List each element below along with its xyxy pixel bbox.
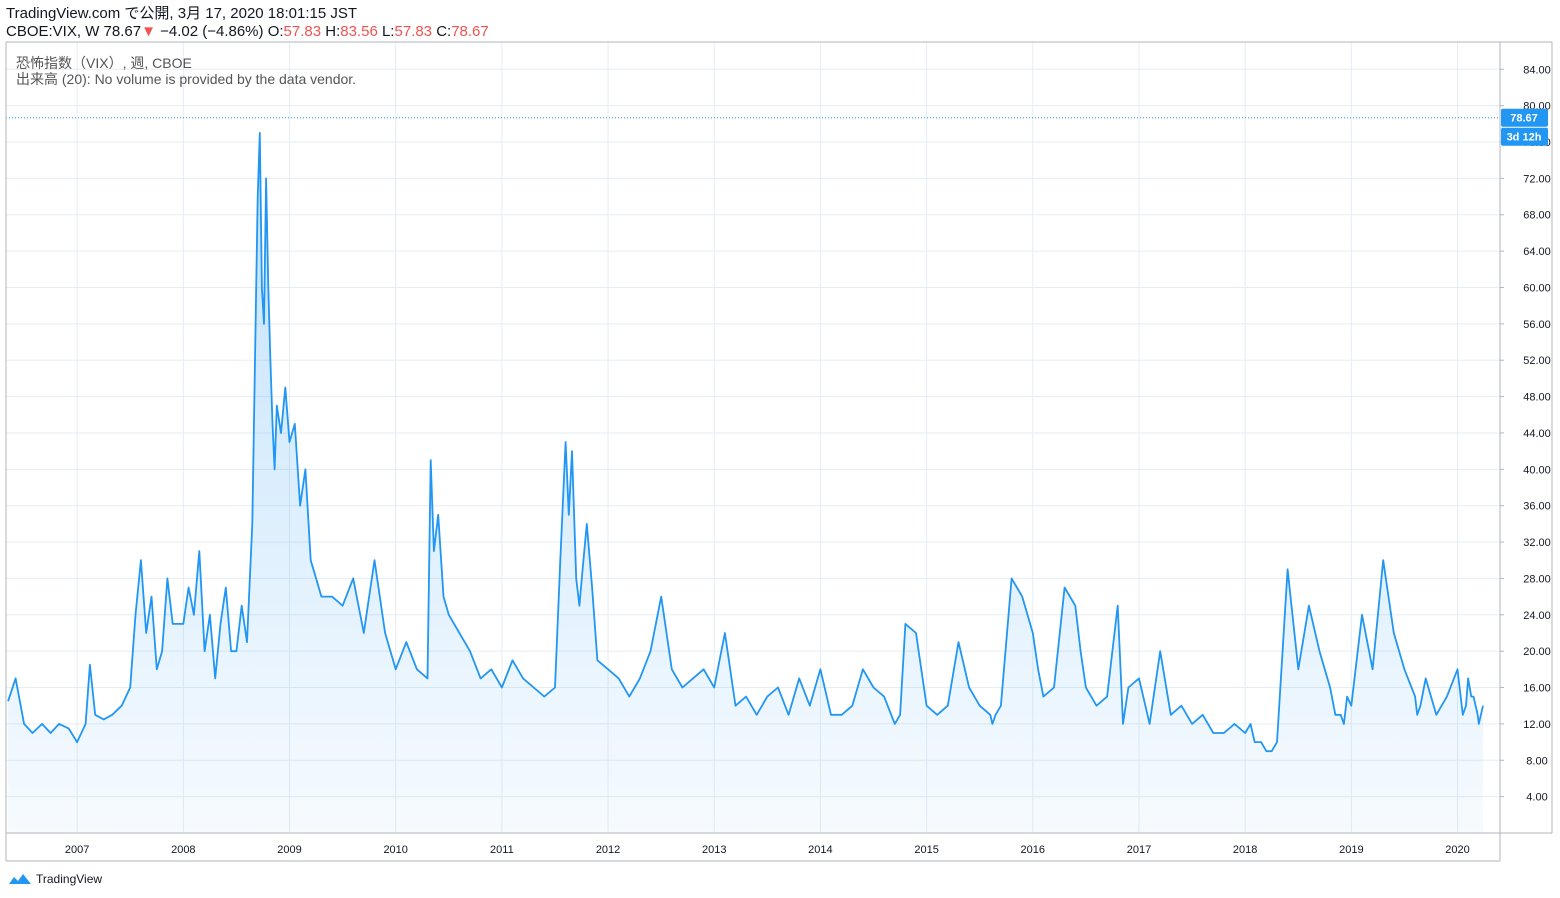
y-tick-label: 56.00 — [1523, 319, 1551, 331]
ohlc-line: CBOE:VIX, W 78.67▼ −4.02 (−4.86%) O:57.8… — [6, 23, 489, 41]
y-tick-label: 48.00 — [1523, 392, 1551, 404]
x-tick-label: 2009 — [277, 844, 301, 856]
high-label: H: — [325, 23, 341, 40]
price-axis[interactable]: 4.00 8.00 12.00 16.00 20.00 24.00 28.00 32.00 36… — [1500, 64, 1551, 804]
legend: 恐怖指数（VIX）, 週, CBOE 出来高 (20): No volume i… — [16, 55, 356, 87]
last-price-label: 78.67 — [1510, 113, 1538, 125]
low-label: L: — [381, 23, 395, 40]
price-tags: 78.67 3d 12h — [1501, 108, 1548, 146]
tradingview-logo-icon — [9, 874, 31, 884]
y-tick-label: 36.00 — [1523, 501, 1551, 513]
y-tick-label: 16.00 — [1523, 683, 1551, 695]
y-tick-label: 40.00 — [1523, 464, 1551, 476]
y-tick-label: 52.00 — [1523, 355, 1551, 367]
symbol-label: CBOE:VIX, W — [6, 23, 100, 40]
close-value: 78.67 — [451, 23, 489, 40]
x-tick-label: 2007 — [65, 844, 89, 856]
y-tick-label: 20.00 — [1523, 646, 1551, 658]
y-tick-label: 32.00 — [1523, 537, 1551, 549]
vix-chart[interactable]: 4.00 8.00 12.00 16.00 20.00 24.00 28.00 32.00 36… — [0, 0, 1560, 898]
x-tick-label: 2017 — [1127, 844, 1151, 856]
series-area — [8, 132, 1484, 833]
y-tick-label: 68.00 — [1523, 210, 1551, 222]
y-tick-label: 64.00 — [1523, 246, 1551, 258]
series-legend: 恐怖指数（VIX）, 週, CBOE — [16, 55, 192, 71]
y-tick-label: 84.00 — [1523, 64, 1551, 76]
y-tick-label: 28.00 — [1523, 573, 1551, 585]
x-tick-label: 2018 — [1233, 844, 1257, 856]
open-label: O: — [267, 23, 284, 40]
y-tick-label: 12.00 — [1523, 719, 1551, 731]
y-tick-label: 4.00 — [1526, 792, 1547, 804]
time-axis[interactable]: 2007 2008 2009 2010 2011 2012 2013 2014 2015 2016… — [65, 844, 1470, 856]
close-label: C: — [436, 23, 452, 40]
x-tick-label: 2019 — [1339, 844, 1363, 856]
change-value: −4.02 (−4.86%) — [160, 23, 264, 40]
x-tick-label: 2015 — [914, 844, 938, 856]
y-tick-label: 44.00 — [1523, 428, 1551, 440]
volume-legend: 出来高 (20): No volume is provided by the d… — [16, 71, 357, 87]
last-value: 78.67 — [103, 23, 142, 40]
x-tick-label: 2012 — [596, 844, 620, 856]
y-tick-label: 72.00 — [1523, 173, 1551, 185]
high-value: 83.56 — [340, 23, 378, 40]
x-tick-label: 2013 — [702, 844, 726, 856]
y-tick-label: 24.00 — [1523, 610, 1551, 622]
published-line: TradingView.com で公開, 3月 17, 2020 18:01:1… — [6, 5, 358, 22]
y-tick-label: 60.00 — [1523, 282, 1551, 294]
open-value: 57.83 — [283, 23, 322, 40]
x-tick-label: 2008 — [171, 844, 195, 856]
footer-brand-label: TradingView — [36, 872, 103, 886]
x-tick-label: 2011 — [490, 844, 514, 856]
x-tick-label: 2010 — [383, 844, 407, 856]
x-tick-label: 2016 — [1021, 844, 1045, 856]
low-value: 57.83 — [394, 23, 433, 40]
y-tick-label: 8.00 — [1526, 755, 1547, 767]
countdown-label: 3d 12h — [1507, 132, 1542, 144]
down-arrow-icon: ▼ — [141, 23, 156, 40]
footer-brand[interactable]: TradingView — [8, 872, 102, 886]
x-tick-label: 2014 — [808, 844, 832, 856]
x-tick-label: 2020 — [1445, 844, 1469, 856]
